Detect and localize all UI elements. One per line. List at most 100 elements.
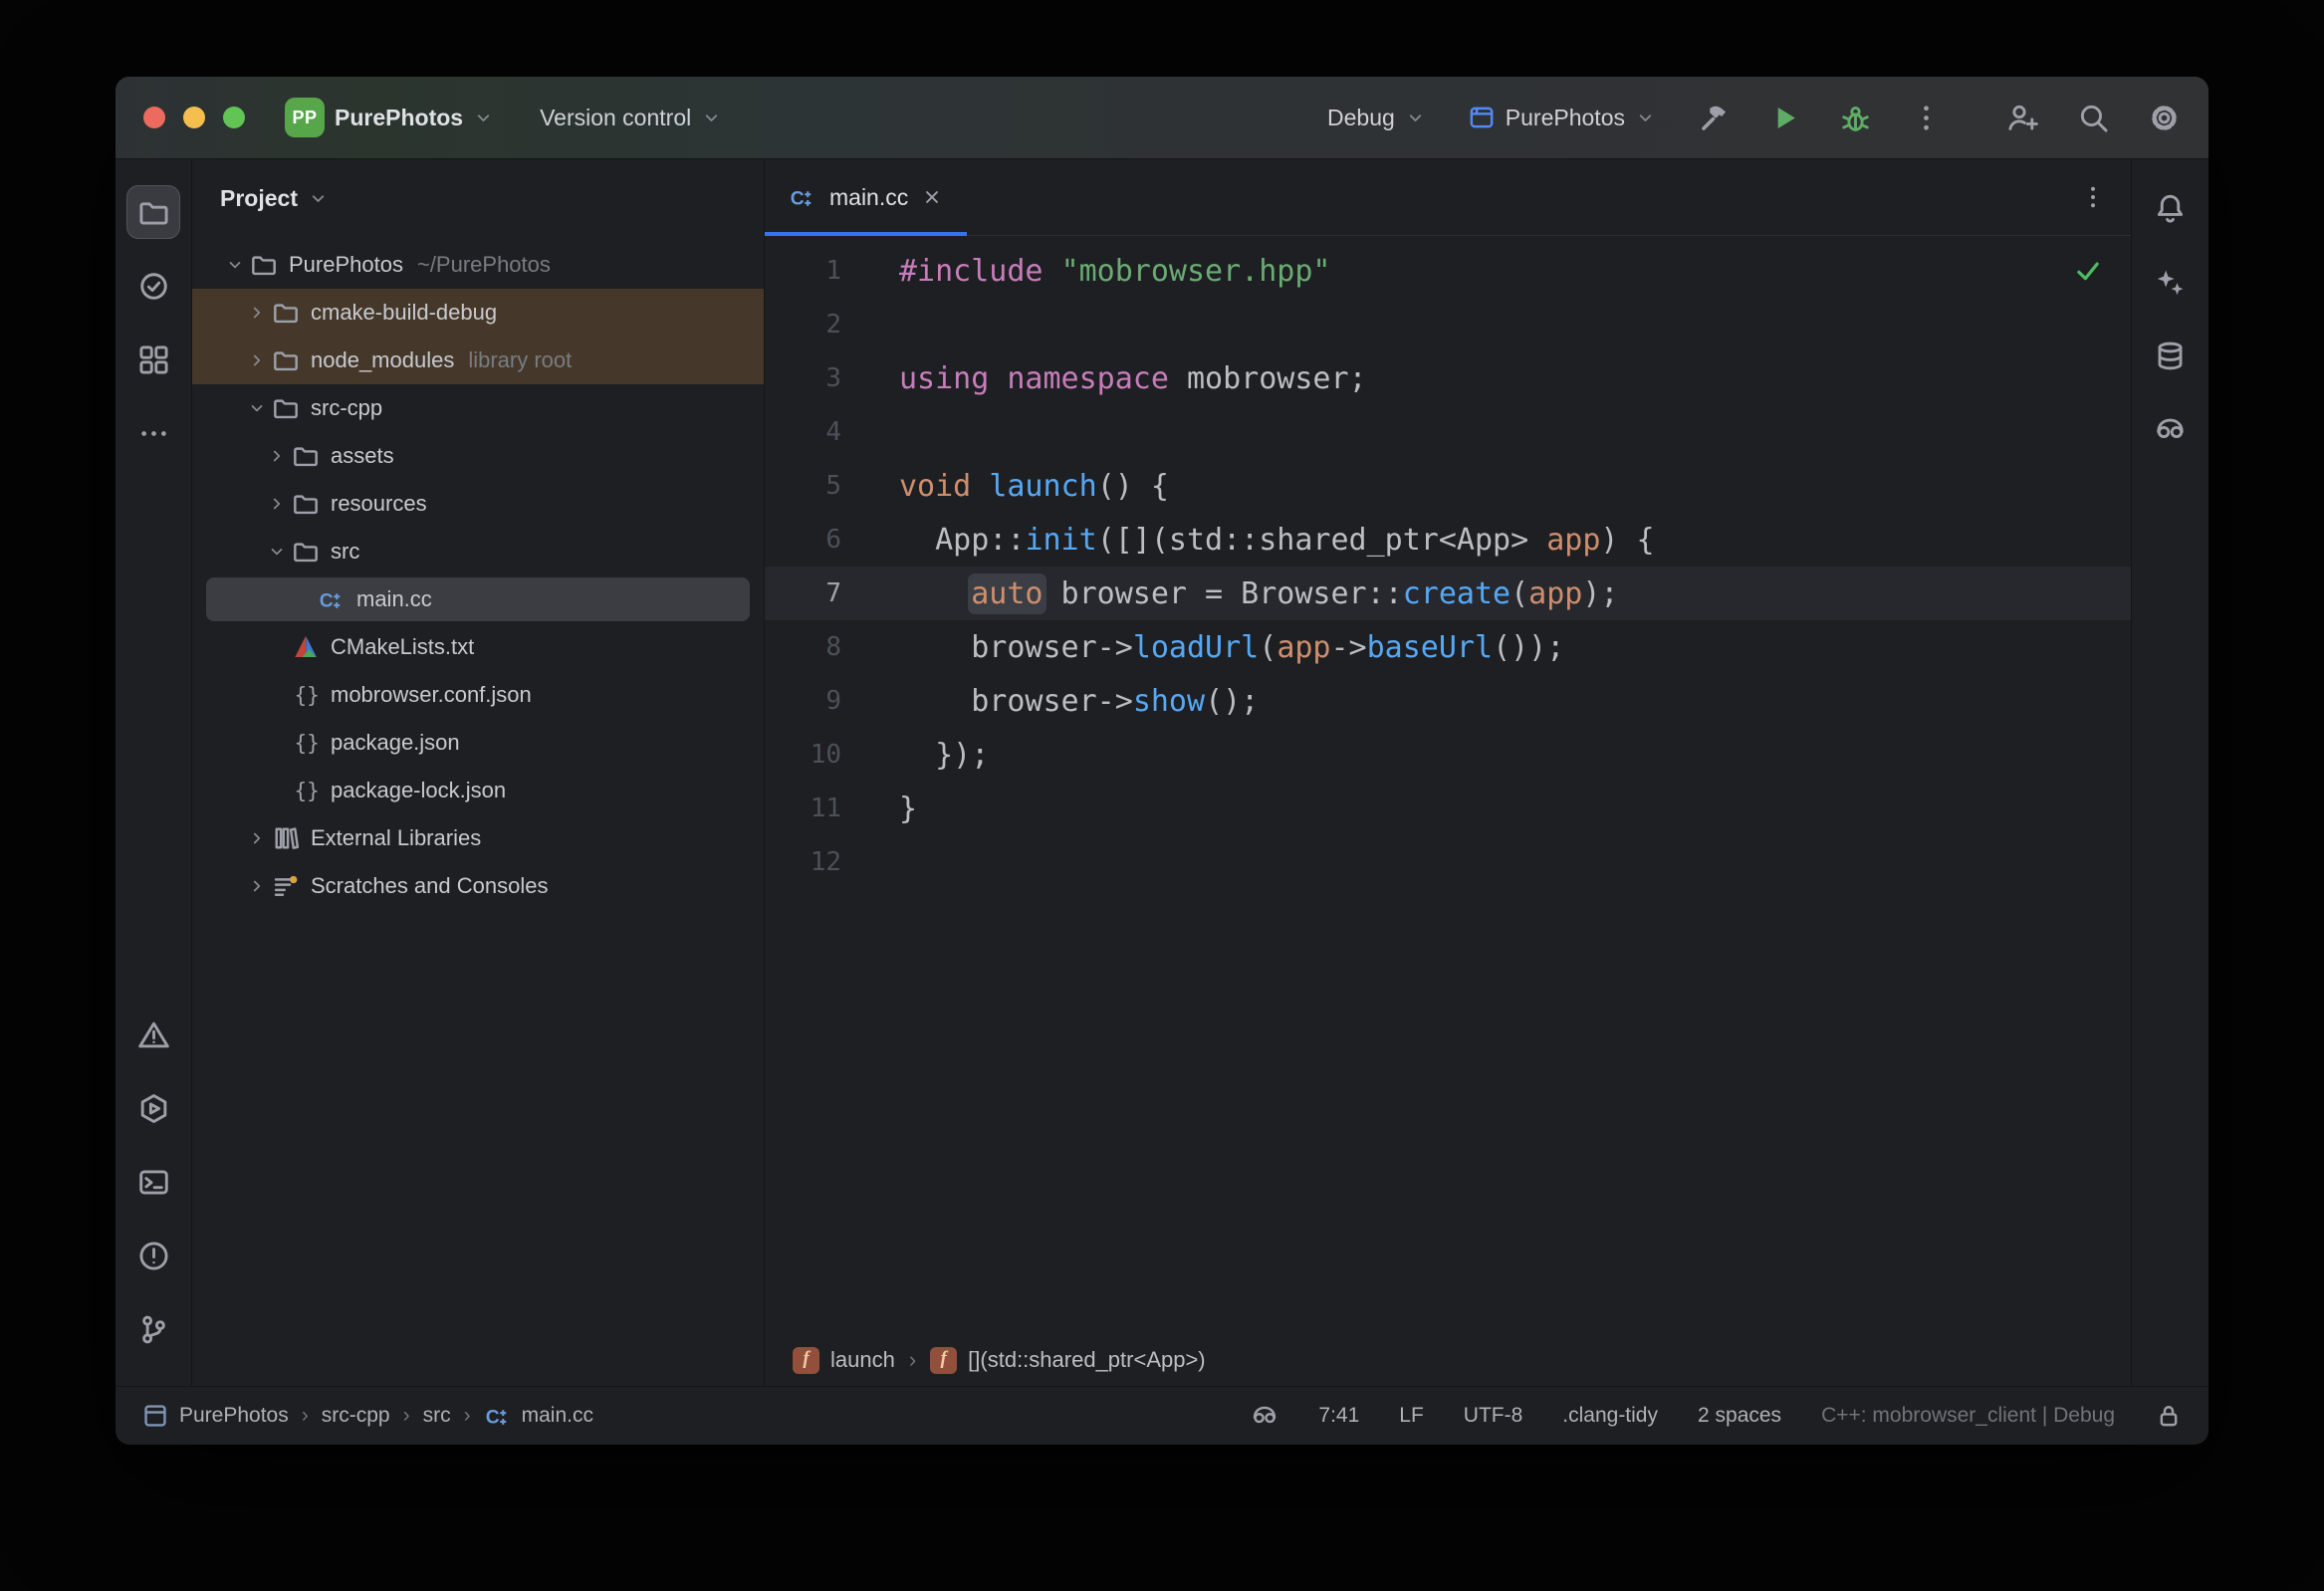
project-panel-header[interactable]: Project	[192, 159, 764, 237]
tool-services-button[interactable]	[126, 1081, 180, 1135]
code-line-4[interactable]: 4	[765, 405, 2131, 459]
tool-ai-assistant-button[interactable]	[2144, 255, 2198, 309]
chevron-down-icon[interactable]	[242, 384, 272, 432]
chevron-right-icon[interactable]	[262, 480, 292, 528]
tree-item-assets[interactable]: assets	[192, 432, 764, 480]
breadcrumb-label: launch	[830, 1347, 895, 1372]
settings-button[interactable]	[2148, 102, 2181, 134]
search-icon	[2077, 102, 2110, 134]
version-control-menu[interactable]: Version control	[540, 105, 722, 131]
close-tab-icon[interactable]	[921, 186, 943, 208]
tree-item-resources[interactable]: resources	[192, 480, 764, 528]
right-toolbar	[2131, 159, 2208, 1386]
code-line-2[interactable]: 2	[765, 298, 2131, 351]
chevron-down-icon[interactable]	[220, 241, 250, 289]
tool-version-control-button[interactable]	[126, 1302, 180, 1356]
build-button[interactable]	[1698, 102, 1731, 134]
status-path-src-cpp[interactable]: src-cpp	[322, 1404, 390, 1428]
project-selector[interactable]: PP PurePhotos	[285, 98, 494, 137]
tool-notifications-button[interactable]	[2144, 181, 2198, 235]
code-text: #include "mobrowser.hpp"	[899, 253, 1331, 289]
code-line-3[interactable]: 3 using namespace mobrowser;	[765, 351, 2131, 405]
chevron-right-icon[interactable]	[242, 862, 272, 910]
breadcrumb-separator: ›	[908, 1347, 917, 1372]
code-line-5[interactable]: 5 void launch() {	[765, 459, 2131, 513]
tool-commit-button[interactable]	[126, 259, 180, 313]
tree-item-package.json[interactable]: {} package.json	[192, 719, 764, 767]
breadcrumb-label: [](std::shared_ptr<App>)	[968, 1347, 1206, 1372]
run-config-selector[interactable]: PurePhotos	[1468, 104, 1656, 131]
search-button[interactable]	[2077, 102, 2110, 134]
editor-options-icon[interactable]	[2079, 183, 2107, 211]
tree-item-node_modules[interactable]: node_modules library root	[192, 337, 764, 384]
chevron-down-icon	[473, 108, 494, 128]
tree-item-Scratches and Consoles[interactable]: Scratches and Consoles	[192, 862, 764, 910]
code-line-7[interactable]: 7 auto browser = Browser::create(app);	[765, 567, 2131, 620]
status-path-PurePhotos[interactable]: PurePhotos	[141, 1402, 289, 1430]
breadcrumb-item[interactable]: f launch	[793, 1346, 895, 1374]
tree-item-External Libraries[interactable]: External Libraries	[192, 814, 764, 862]
tree-item-src-cpp[interactable]: src-cpp	[192, 384, 764, 432]
chevron-down-icon[interactable]	[262, 528, 292, 575]
module-icon	[141, 1402, 169, 1430]
tree-item-label: src	[331, 539, 360, 564]
tool-more-button[interactable]	[126, 406, 180, 460]
code-line-11[interactable]: 11}	[765, 782, 2131, 835]
tree-item-label: mobrowser.conf.json	[331, 682, 532, 707]
status-widget[interactable]: .clang-tidy	[1562, 1404, 1658, 1428]
copilot-status-icon[interactable]	[1251, 1402, 1278, 1430]
code-line-6[interactable]: 6 App::init([](std::shared_ptr<App> app)…	[765, 513, 2131, 567]
status-widget[interactable]: LF	[1399, 1404, 1424, 1428]
tab-main-cc[interactable]: C main.cc	[765, 159, 968, 236]
tree-item-CMakeLists.txt[interactable]: CMakeLists.txt	[192, 623, 764, 671]
status-path-src[interactable]: src	[423, 1404, 451, 1428]
kebab-button[interactable]	[1910, 102, 1943, 134]
lock-icon[interactable]	[2155, 1402, 2183, 1430]
chevron-down-icon	[701, 108, 722, 128]
tool-structure-button[interactable]	[126, 333, 180, 386]
tool-problems-triangle-button[interactable]	[126, 1008, 180, 1061]
project-avatar: PP	[285, 98, 325, 137]
tool-copilot-button[interactable]	[2144, 402, 2198, 456]
code-line-10[interactable]: 10 });	[765, 728, 2131, 782]
tree-item-main.cc[interactable]: Cmain.cc	[192, 575, 764, 623]
status-widget[interactable]: 7:41	[1318, 1404, 1359, 1428]
tool-database-button[interactable]	[2144, 329, 2198, 382]
run-config-label: PurePhotos	[1505, 104, 1625, 130]
tree-item-PurePhotos[interactable]: PurePhotos ~/PurePhotos	[192, 241, 764, 289]
run-button[interactable]	[1768, 102, 1801, 134]
close-window-button[interactable]	[143, 107, 165, 128]
tool-terminal-button[interactable]	[126, 1155, 180, 1209]
code-line-9[interactable]: 9 browser->show();	[765, 674, 2131, 728]
run-mode-selector[interactable]: Debug	[1327, 105, 1426, 131]
debug-button[interactable]	[1839, 102, 1872, 134]
status-widget[interactable]: UTF-8	[1464, 1404, 1523, 1428]
tree-item-package-lock.json[interactable]: {} package-lock.json	[192, 767, 764, 814]
code-text: });	[899, 737, 990, 773]
chevron-right-icon[interactable]	[242, 289, 272, 337]
code-line-1[interactable]: 1 #include "mobrowser.hpp"	[765, 244, 2131, 298]
code-line-12[interactable]: 12	[765, 835, 2131, 889]
code-editor[interactable]: 1 #include "mobrowser.hpp" 2 3 using namespa…	[765, 236, 2131, 1334]
tree-item-cmake-build-debug[interactable]: cmake-build-debug	[192, 289, 764, 337]
chevron-right-icon[interactable]	[242, 337, 272, 384]
tree-item-src[interactable]: src	[192, 528, 764, 575]
minimize-window-button[interactable]	[183, 107, 205, 128]
inspections-ok-icon[interactable]	[2073, 256, 2103, 286]
chevron-right-icon[interactable]	[262, 432, 292, 480]
code-line-8[interactable]: 8 browser->loadUrl(app->baseUrl());	[765, 620, 2131, 674]
services-icon	[137, 1092, 170, 1125]
status-path-main.cc[interactable]: Cmain.cc	[484, 1402, 593, 1430]
database-icon	[2154, 340, 2187, 372]
status-widget[interactable]: 2 spaces	[1698, 1404, 1781, 1428]
tool-project-button[interactable]	[126, 185, 180, 239]
structure-icon	[137, 343, 170, 376]
tool-problems-button[interactable]	[126, 1229, 180, 1282]
line-number: 8	[825, 632, 841, 662]
tree-item-mobrowser.conf.json[interactable]: {} mobrowser.conf.json	[192, 671, 764, 719]
zoom-window-button[interactable]	[223, 107, 245, 128]
breadcrumb-item[interactable]: f [](std::shared_ptr<App>)	[930, 1346, 1206, 1374]
add-user-button[interactable]	[2006, 102, 2039, 134]
chevron-right-icon[interactable]	[242, 814, 272, 862]
